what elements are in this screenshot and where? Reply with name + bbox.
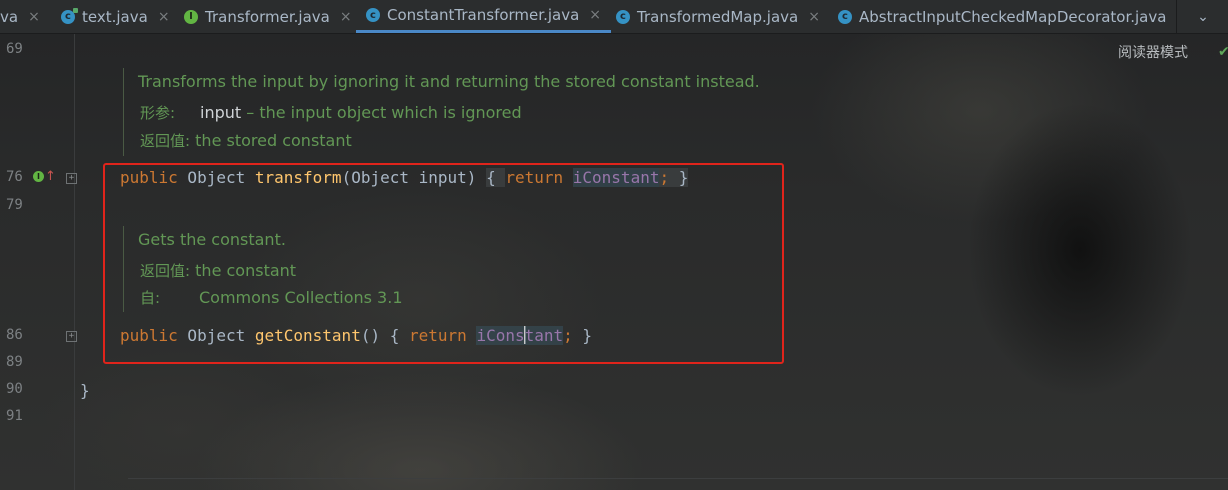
- horizontal-scrollbar[interactable]: [128, 478, 1228, 490]
- tab-transformedmap-java[interactable]: c TransformedMap.java ×: [616, 0, 820, 33]
- doc-param-line: 形参: input – the input object which is ign…: [140, 102, 522, 123]
- class-closing-brace: }: [80, 381, 90, 400]
- tab-label: TransformedMap.java: [637, 7, 799, 26]
- doc-param-label: 形参:: [140, 104, 176, 122]
- java-class-icon: c: [616, 9, 630, 24]
- close-icon[interactable]: ×: [158, 9, 170, 25]
- line-number: 89: [6, 354, 23, 370]
- reader-mode-button[interactable]: 阅读器模式: [1118, 42, 1188, 62]
- doc-return-desc: the stored constant: [195, 131, 352, 150]
- ide-window: va × c text.java × I Transformer.java × …: [0, 0, 1228, 490]
- tab-label: text.java: [82, 7, 148, 26]
- java-class-icon: c: [61, 7, 78, 24]
- editor-tab-bar: va × c text.java × I Transformer.java × …: [0, 0, 1228, 34]
- line-number: 90: [6, 381, 23, 397]
- doc-return-line: 返回值: the stored constant: [140, 130, 352, 151]
- highlight-annotation-box: [103, 163, 784, 364]
- tab-label: va: [0, 7, 19, 26]
- tab-label: Transformer.java: [205, 7, 330, 26]
- close-icon[interactable]: ×: [589, 7, 601, 23]
- doc-param-name: input: [200, 103, 242, 122]
- line-number: 91: [6, 408, 23, 424]
- close-icon[interactable]: ×: [808, 9, 820, 25]
- line-number: 76: [6, 169, 23, 185]
- tab-abstractinputcheckedmapdecorator-java[interactable]: c AbstractInputCheckedMapDecorator.java: [838, 0, 1166, 33]
- doc-return-label: 返回值:: [140, 132, 191, 150]
- tab-constanttransformer-java[interactable]: c ConstantTransformer.java ×: [356, 0, 611, 33]
- doc-param-desc: – the input object which is ignored: [241, 103, 522, 122]
- line-number: 69: [6, 41, 23, 57]
- java-class-icon: c: [838, 9, 852, 24]
- tab-partial[interactable]: va ×: [0, 0, 40, 33]
- tab-label: AbstractInputCheckedMapDecorator.java: [859, 7, 1167, 26]
- line-number: 86: [6, 327, 23, 343]
- tab-list-chevron-icon[interactable]: ⌄: [1176, 0, 1228, 33]
- doc-summary: Transforms the input by ignoring it and …: [138, 72, 760, 91]
- implements-method-icon[interactable]: I ↑: [33, 170, 56, 183]
- fold-icon[interactable]: +: [66, 173, 77, 184]
- tab-text-java[interactable]: c text.java ×: [61, 0, 170, 33]
- tab-label: ConstantTransformer.java: [387, 6, 580, 24]
- doc-comment-transform: [123, 68, 124, 156]
- line-number: 79: [6, 197, 23, 213]
- close-icon[interactable]: ×: [28, 9, 40, 25]
- inspection-ok-icon: ✔: [1218, 44, 1228, 60]
- fold-icon[interactable]: +: [66, 331, 77, 342]
- java-class-icon: c: [366, 8, 380, 22]
- close-icon[interactable]: ×: [340, 9, 352, 25]
- tab-transformer-java[interactable]: I Transformer.java ×: [184, 0, 352, 33]
- editor-gutter: 69 76 79 86 89 90 91 + + I ↑: [0, 34, 77, 490]
- java-interface-icon: I: [184, 9, 198, 24]
